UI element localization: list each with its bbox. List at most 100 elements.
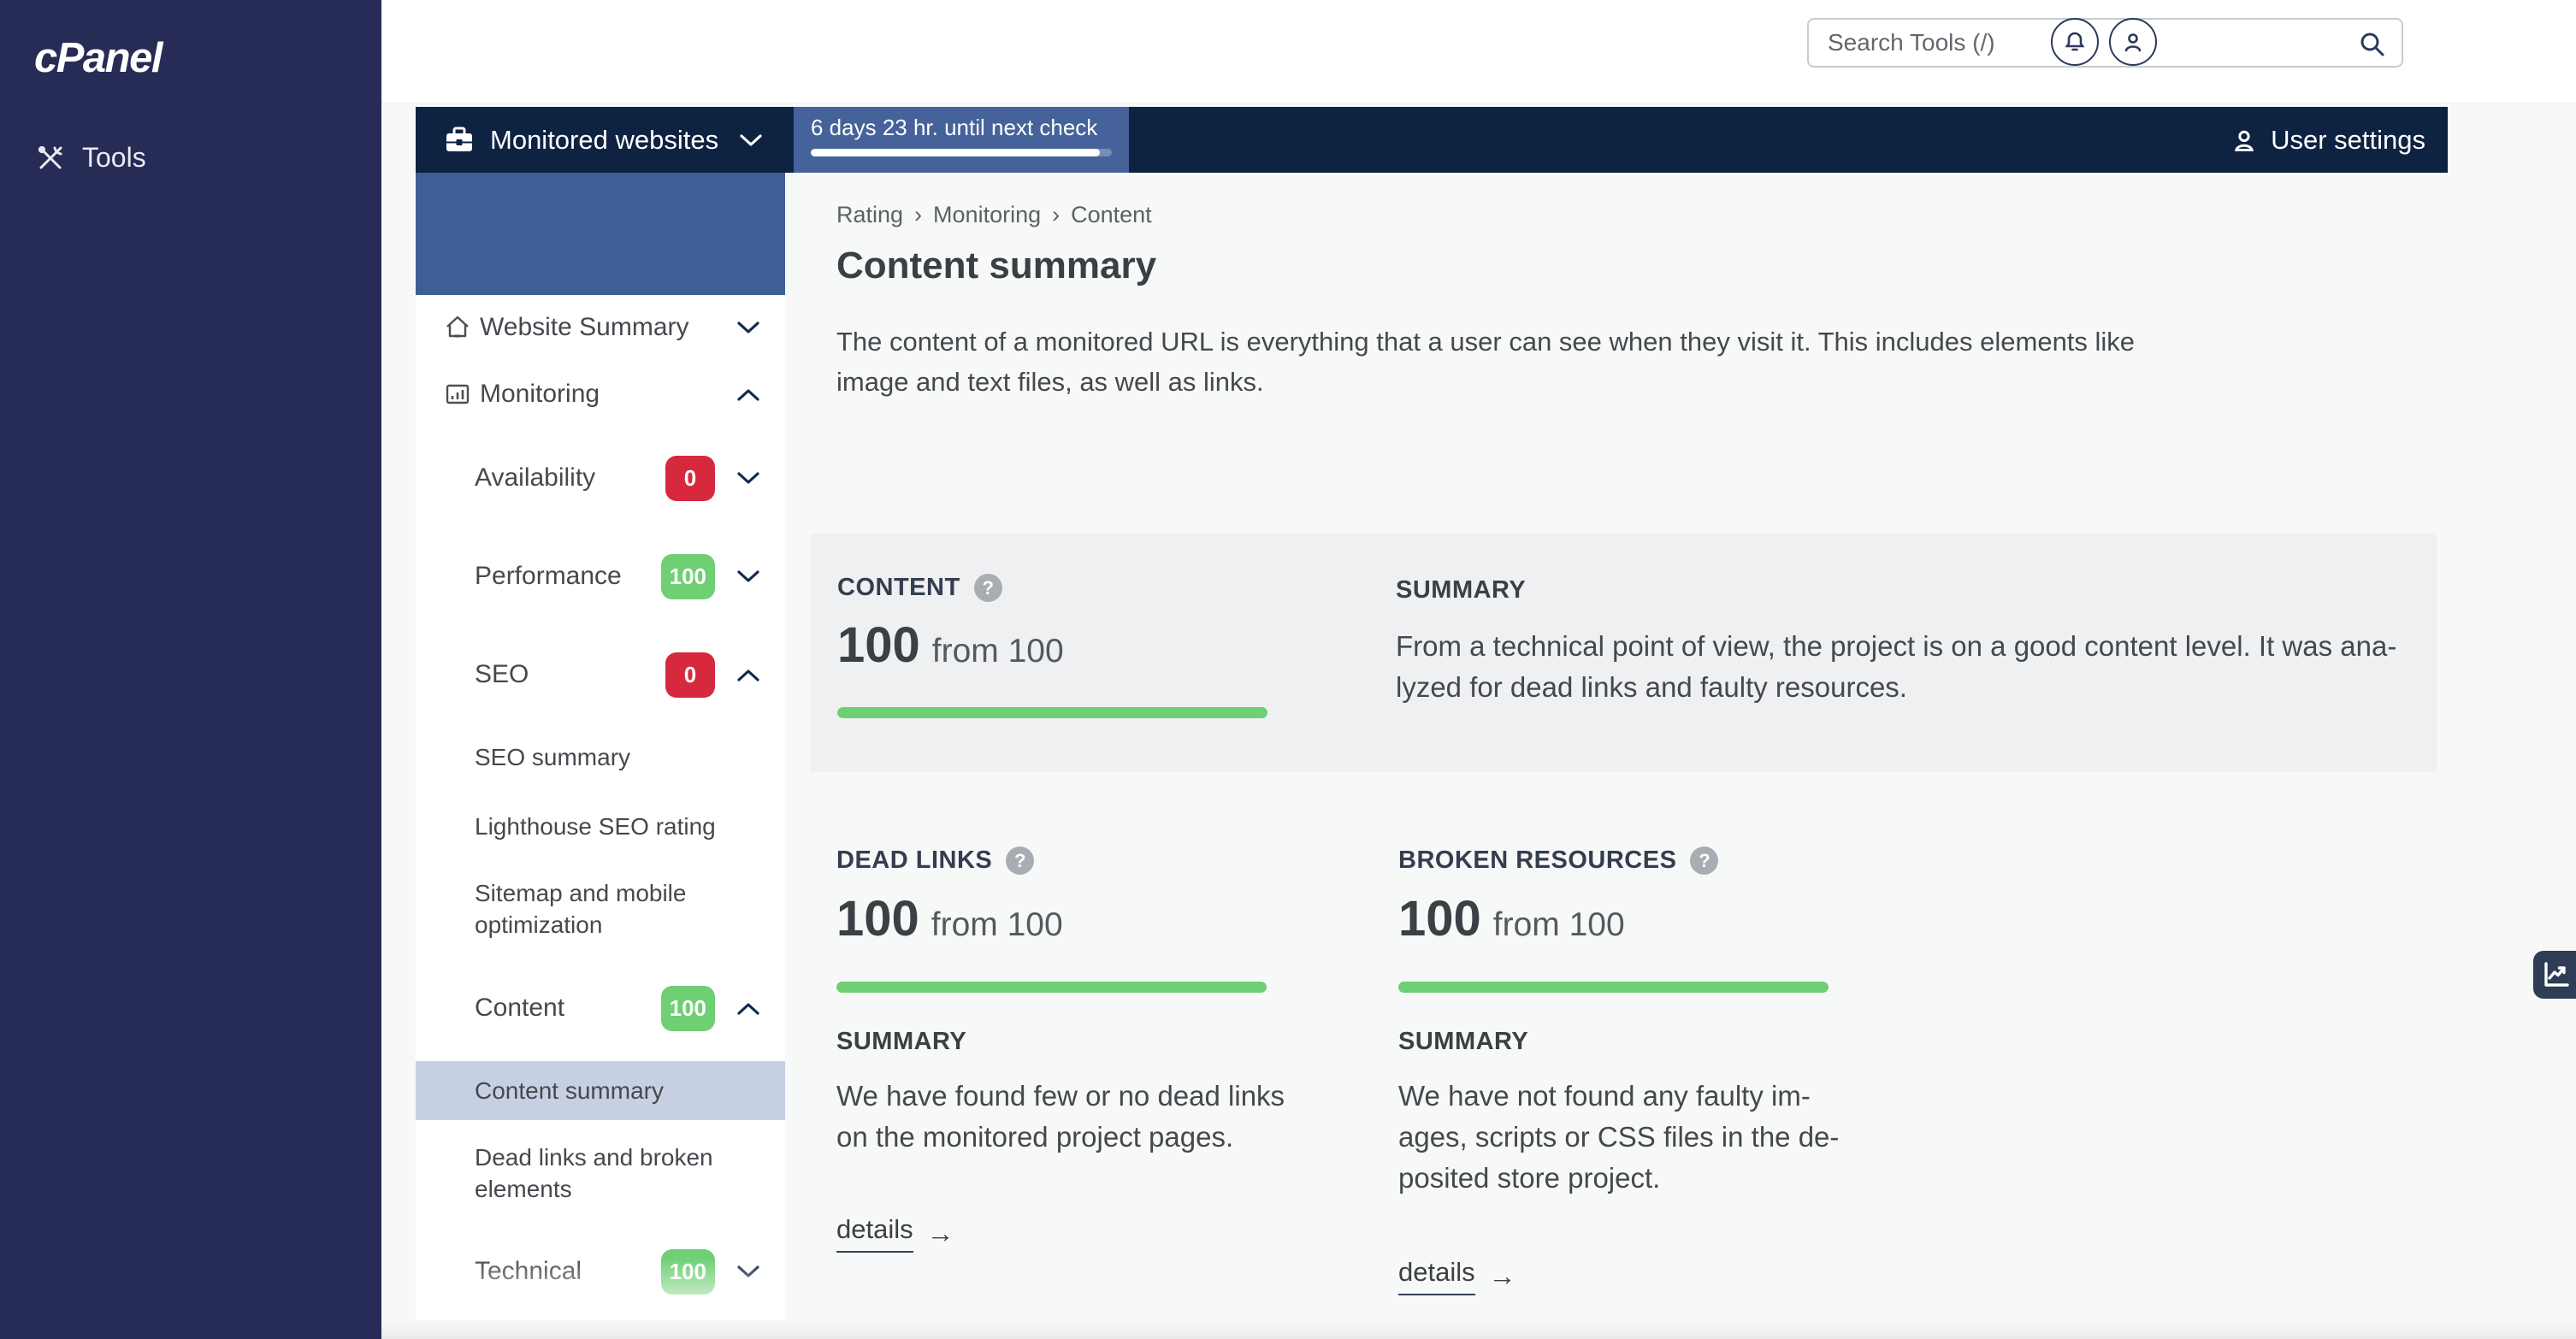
- details-label: details: [836, 1214, 913, 1253]
- content-score-bar-fill: [837, 707, 1267, 718]
- next-check-text: 6 days 23 hr. until next check: [811, 115, 1097, 141]
- project-switcher[interactable]: Monitored websites: [416, 107, 785, 173]
- sidebar-item-lighthouse-seo-rating[interactable]: Lighthouse SEO rating: [416, 800, 785, 852]
- user-settings-icon: [2230, 127, 2258, 154]
- search-icon[interactable]: [2357, 29, 2388, 64]
- chevron-up-icon: [737, 388, 759, 401]
- breadcrumb: Rating › Monitoring › Content: [836, 202, 1152, 228]
- nav-label: Content: [475, 994, 564, 1023]
- next-check-progress-fill: [811, 149, 1100, 156]
- user-settings-label: User settings: [2271, 125, 2425, 156]
- content-summary-label: SUMMARY: [1396, 576, 1526, 605]
- stats-flyout-button[interactable]: [2533, 951, 2576, 999]
- nav-label: Technical: [475, 1257, 582, 1286]
- sidebar-item-website-summary[interactable]: Website Summary: [416, 302, 785, 353]
- help-icon[interactable]: ?: [974, 574, 1002, 602]
- sidebar-item-availability[interactable]: Availability 0: [416, 452, 785, 504]
- nav-label: Performance: [475, 562, 622, 591]
- bell-icon: [2063, 30, 2087, 54]
- appbar: Monitored websites 6 days 23 hr. until n…: [416, 107, 2448, 173]
- score-badge: 100: [661, 554, 715, 599]
- broken-resources-summary-text: We have not found any faulty im- ages, s…: [1398, 1076, 1839, 1199]
- account-button[interactable]: [2109, 18, 2157, 66]
- nav-label: Content summary: [475, 1075, 664, 1106]
- broken-resources-details-link[interactable]: details →: [1398, 1257, 1516, 1295]
- broken-resources-label: BROKEN RESOURCES: [1398, 846, 1676, 875]
- tools-icon: [36, 144, 65, 173]
- chevron-up-icon: [737, 1002, 759, 1015]
- project-switcher-label: Monitored websites: [490, 125, 718, 156]
- broken-resources-score-bar-fill: [1398, 982, 1829, 993]
- tools-label: Tools: [82, 142, 146, 174]
- summary-line: From a technical point of view, the proj…: [1396, 626, 2396, 667]
- arrow-right-icon: →: [927, 1218, 954, 1249]
- nav-label: SEO: [475, 660, 529, 689]
- sidebar-item-sitemap-mobile-optimization[interactable]: Sitemap and mobile optimization: [416, 876, 785, 941]
- dead-links-summary-label: SUMMARY: [836, 1028, 966, 1056]
- breadcrumb-rating[interactable]: Rating: [836, 202, 903, 228]
- help-icon[interactable]: ?: [1690, 846, 1718, 875]
- search-input[interactable]: [1809, 20, 2402, 66]
- nav-label: Lighthouse SEO rating: [475, 811, 716, 842]
- dead-links-score-value: 100: [836, 894, 919, 944]
- broken-resources-score-value: 100: [1398, 894, 1481, 944]
- briefcase-icon: [444, 126, 475, 155]
- breadcrumb-separator: ›: [1052, 202, 1060, 228]
- nav-label: Monitoring: [480, 380, 600, 409]
- nav-label: Sitemap and mobile optimization: [475, 877, 688, 941]
- score-badge: 0: [665, 456, 715, 501]
- sidebar-item-technical[interactable]: Technical 100: [416, 1246, 785, 1297]
- arrow-right-icon: →: [1489, 1260, 1516, 1292]
- sidebar-item-content-summary[interactable]: Content summary: [416, 1061, 785, 1120]
- page-description: The content of a monitored URL is everyt…: [836, 321, 2135, 402]
- chevron-down-icon: [737, 1265, 759, 1278]
- sidebar-item-seo[interactable]: SEO 0: [416, 649, 785, 700]
- chevron-down-icon: [737, 321, 759, 334]
- summary-line: ages, scripts or CSS files in the de-: [1398, 1117, 1839, 1158]
- page-title: Content summary: [836, 245, 1156, 287]
- dead-links-score-from: from 100: [931, 906, 1063, 944]
- summary-line: We have not found any faulty im-: [1398, 1076, 1839, 1117]
- nav-label: Dead links and broken elements: [475, 1141, 714, 1205]
- sidebar-item-dead-links-broken-elements[interactable]: Dead links and broken elements: [416, 1141, 785, 1206]
- sidebar-item-tools[interactable]: Tools: [36, 142, 146, 174]
- content-score-bar: [837, 707, 1267, 718]
- sidebar-item-performance[interactable]: Performance 100: [416, 551, 785, 602]
- project-preview-block: [416, 173, 785, 295]
- sidebar-item-monitoring[interactable]: Monitoring: [416, 369, 785, 420]
- dead-links-score-bar-fill: [836, 982, 1267, 993]
- cpanel-logo: cPanel: [34, 34, 162, 82]
- chevron-down-icon: [737, 472, 759, 485]
- details-label: details: [1398, 1257, 1475, 1295]
- chevron-down-icon: [737, 570, 759, 583]
- summary-line: posited store project.: [1398, 1158, 1839, 1199]
- notifications-button[interactable]: [2051, 18, 2099, 66]
- sidebar-item-seo-summary[interactable]: SEO summary: [416, 731, 785, 782]
- search-box: [1807, 18, 2403, 68]
- dead-links-details-link[interactable]: details →: [836, 1214, 954, 1253]
- sidebar-item-content[interactable]: Content 100: [416, 982, 785, 1034]
- chevron-down-icon: [739, 133, 763, 147]
- user-settings-button[interactable]: User settings: [2230, 107, 2448, 173]
- page-description-line: image and text files, as well as links.: [836, 362, 2135, 402]
- next-check-panel[interactable]: 6 days 23 hr. until next check: [794, 107, 1129, 173]
- help-icon[interactable]: ?: [1006, 846, 1034, 875]
- broken-resources-score-from: from 100: [1493, 906, 1625, 944]
- breadcrumb-monitoring[interactable]: Monitoring: [933, 202, 1041, 228]
- broken-resources-summary-label: SUMMARY: [1398, 1028, 1528, 1056]
- breadcrumb-separator: ›: [914, 202, 922, 228]
- summary-line: lyzed for dead links and faulty resource…: [1396, 667, 2396, 708]
- content-summary-text: From a technical point of view, the proj…: [1396, 626, 2396, 708]
- content-score-from: from 100: [932, 633, 1064, 670]
- nav-label: SEO summary: [475, 741, 630, 773]
- next-check-progressbar: [811, 149, 1112, 156]
- content-metric-label: CONTENT: [837, 574, 960, 602]
- content-score-card: CONTENT ? 100 from 100 SUMMARY From a te…: [811, 534, 2437, 772]
- summary-line: We have found few or no dead links: [836, 1076, 1285, 1117]
- bottom-strip: [381, 1320, 2576, 1339]
- content-score-value: 100: [837, 621, 920, 670]
- breadcrumb-content[interactable]: Content: [1071, 202, 1152, 228]
- chevron-up-icon: [737, 669, 759, 681]
- dead-links-summary-text: We have found few or no dead links on th…: [836, 1076, 1285, 1158]
- score-badge: 0: [665, 652, 715, 698]
